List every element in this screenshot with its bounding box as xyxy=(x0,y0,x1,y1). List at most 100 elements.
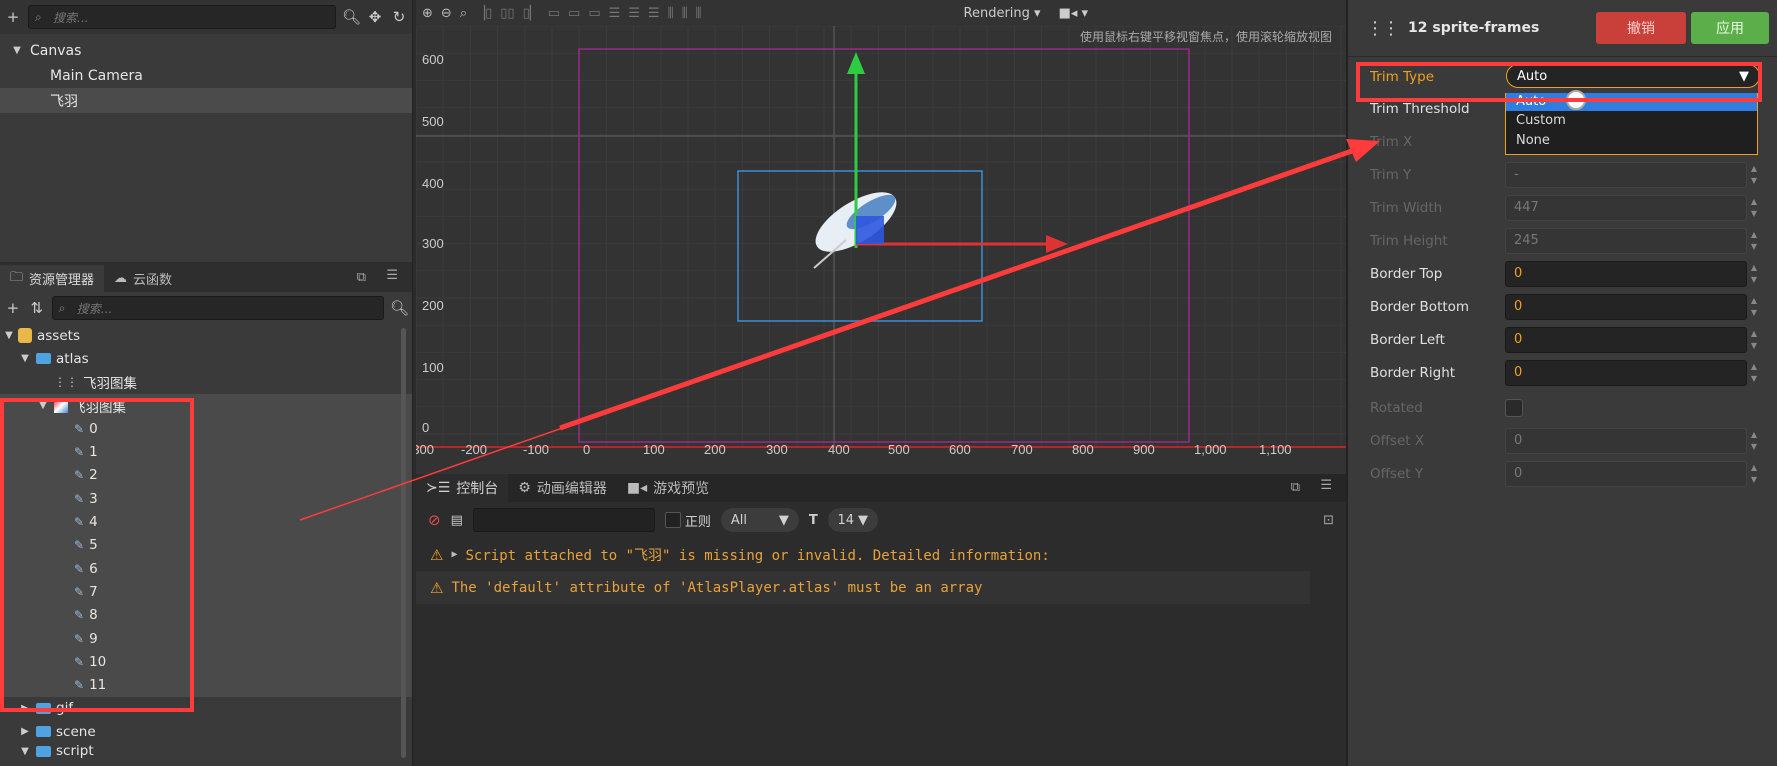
cloud-icon: ☁ xyxy=(114,271,128,286)
collapse-icon[interactable]: ⊡ xyxy=(1323,513,1334,528)
apply-button[interactable]: 应用 xyxy=(1691,12,1769,44)
stepper-icon[interactable]: ▲ ▼ xyxy=(1748,361,1760,387)
align-center-icon[interactable]: ▯▯ xyxy=(500,6,514,21)
assets-scrollbar[interactable] xyxy=(401,328,406,758)
tab-console[interactable]: ≻☰ 控制台 xyxy=(416,474,509,502)
prop-rotated: Rotated xyxy=(1348,391,1777,424)
distribute-middle-icon[interactable]: ☰ xyxy=(628,6,640,21)
zoom-fit-icon[interactable]: ⌕ xyxy=(460,6,467,21)
x-tick-label: 0 xyxy=(583,442,590,457)
maximize-icon[interactable]: ⧉ xyxy=(357,270,366,285)
y-tick-label: 300 xyxy=(422,236,444,251)
x-tick-label: 300 xyxy=(766,442,788,457)
x-tick-label: 600 xyxy=(949,442,971,457)
tree-node-canvas[interactable]: ▼ Canvas xyxy=(0,38,412,63)
x-tick-label: 900 xyxy=(1133,442,1155,457)
offset-x-field: 0 ▲ ▼ xyxy=(1505,427,1757,454)
distribute-left-icon[interactable]: ⫼ xyxy=(668,6,674,21)
stepper-icon[interactable]: ▲ ▼ xyxy=(1748,295,1760,321)
trim-height-field: 245 ▲ ▼ xyxy=(1505,227,1757,254)
border-left-field[interactable]: 0 ▲ ▼ xyxy=(1505,326,1757,353)
hierarchy-search-input[interactable]: ⌕ 搜索... xyxy=(28,5,336,29)
tree-node-feiyu[interactable]: 飞羽 xyxy=(0,88,412,113)
y-tick-label: 200 xyxy=(422,298,444,313)
expand-caret-icon[interactable]: ▼ xyxy=(18,746,32,757)
prop-offset-y: Offset Y 0 ▲ ▼ xyxy=(1348,457,1777,490)
regex-label: 正则 xyxy=(684,514,711,530)
database-icon xyxy=(18,328,32,344)
pin-icon[interactable]: ✥ xyxy=(366,8,384,26)
border-bottom-field[interactable]: 0 ▲ ▼ xyxy=(1505,293,1757,320)
font-size-select[interactable]: 14 ▼ xyxy=(827,508,878,532)
gizmo-y-arrow xyxy=(847,52,865,74)
log-level-select[interactable]: All ▼ xyxy=(720,508,799,532)
tree-node-main-camera[interactable]: Main Camera xyxy=(0,63,412,88)
option-none[interactable]: None xyxy=(1506,131,1757,151)
align-bottom-icon[interactable]: ▭ xyxy=(588,6,600,21)
revert-button[interactable]: 撤销 xyxy=(1596,12,1686,44)
console-icon: ≻☰ xyxy=(426,480,451,496)
align-middle-icon[interactable]: ▭ xyxy=(568,6,580,21)
asset-folder-scene[interactable]: ▶ scene xyxy=(0,720,412,743)
maximize-icon[interactable]: ⧉ xyxy=(1291,480,1300,495)
distribute-right-icon[interactable]: ⫼ xyxy=(696,6,702,21)
align-left-icon[interactable]: ▕▯ xyxy=(475,6,492,21)
scene-view[interactable]: 600 500 400 300 200 100 0 -300 -200 -100 0 100 200 30… xyxy=(416,0,1346,474)
expand-caret-icon[interactable]: ▼ xyxy=(18,353,32,364)
menu-icon[interactable]: ☰ xyxy=(1320,478,1332,493)
asset-folder-atlas[interactable]: ▼ atlas xyxy=(0,347,412,370)
camera-icon[interactable]: ■◂ ▾ xyxy=(1059,6,1088,21)
option-custom[interactable]: Custom xyxy=(1506,111,1757,131)
assets-tabbar: 🗀 资源管理器 ☁ 云函数 ⧉ ☰ xyxy=(0,262,412,292)
log-entry-warning[interactable]: ⚠ ▶ Script attached to "飞羽" is missing o… xyxy=(416,538,1346,571)
open-log-file-icon[interactable]: ▤ xyxy=(451,513,463,528)
border-top-field[interactable]: 0 ▲ ▼ xyxy=(1505,260,1757,287)
search-icon[interactable]: 🔍︎ xyxy=(390,299,409,317)
sort-icon[interactable]: ⇅ xyxy=(28,299,46,317)
clear-icon[interactable]: ⊘ xyxy=(428,511,441,529)
expand-caret-icon[interactable]: ▼ xyxy=(10,45,24,56)
add-icon[interactable]: + xyxy=(4,8,22,26)
folder-icon xyxy=(36,745,51,757)
search-icon: ⌕ xyxy=(35,10,42,24)
assets-search-input[interactable]: ⌕ 搜索... xyxy=(51,296,384,320)
refresh-icon[interactable]: ↻ xyxy=(390,8,408,26)
asset-folder-assets[interactable]: ▼ assets xyxy=(0,324,412,347)
asset-folder-script[interactable]: ▼ script xyxy=(0,743,412,759)
add-icon[interactable]: + xyxy=(4,299,22,317)
folder-icon: 🗀 xyxy=(10,269,24,285)
tab-asset-manager[interactable]: 🗀 资源管理器 xyxy=(0,265,105,292)
console-filter-input[interactable] xyxy=(472,508,655,532)
search-icon[interactable]: 🔍︎ xyxy=(342,8,361,26)
expand-caret-icon[interactable]: ▼ xyxy=(2,330,16,341)
folder-icon xyxy=(36,726,51,738)
menu-icon[interactable]: ☰ xyxy=(386,268,398,283)
regex-checkbox[interactable] xyxy=(664,512,681,528)
x-tick-label: 1,100 xyxy=(1259,442,1292,457)
x-tick-label: 1,000 xyxy=(1194,442,1227,457)
prop-border-bottom: Border Bottom 0 ▲ ▼ xyxy=(1348,290,1777,323)
stepper-icon[interactable]: ▲ ▼ xyxy=(1748,328,1760,354)
expand-caret-icon[interactable]: ▶ xyxy=(451,549,457,560)
tab-game-preview[interactable]: ■◂ 游戏预览 xyxy=(617,474,719,502)
x-tick-label: -100 xyxy=(523,442,549,457)
zoom-out-icon[interactable]: ⊖ xyxy=(441,6,452,21)
trim-type-options: Auto Custom None xyxy=(1505,93,1758,155)
tab-animation-editor[interactable]: ⚙ 动画编辑器 xyxy=(508,474,617,502)
tab-cloud-functions[interactable]: ☁ 云函数 xyxy=(104,265,182,292)
stepper-icon[interactable]: ▲ ▼ xyxy=(1748,262,1760,288)
rendering-dropdown[interactable]: Rendering ▾ xyxy=(964,6,1041,21)
x-tick-label: -200 xyxy=(461,442,487,457)
distribute-bottom-icon[interactable]: ☰ xyxy=(648,6,660,21)
console-toolbar: ⊘ ▤ 正则 All ▼ T 14 ▼ ⊡ xyxy=(416,502,1346,538)
distribute-center-icon[interactable]: ⫼ xyxy=(682,6,688,21)
collapse-caret-icon[interactable]: ▶ xyxy=(18,726,32,737)
align-top-icon[interactable]: ▭ xyxy=(548,6,560,21)
log-entry-warning[interactable]: ⚠ The 'default' attribute of 'AtlasPlaye… xyxy=(416,571,1310,604)
border-right-field[interactable]: 0 ▲ ▼ xyxy=(1505,359,1757,386)
asset-atlas-plist[interactable]: ⋮⋮ 飞羽图集 xyxy=(0,371,412,394)
distribute-top-icon[interactable]: ☰ xyxy=(609,6,621,21)
zoom-in-icon[interactable]: ⊕ xyxy=(422,6,433,21)
scene-canvas[interactable]: 600 500 400 300 200 100 0 -300 -200 -100 0 100 200 30… xyxy=(416,0,1346,474)
align-right-icon[interactable]: ▯▏ xyxy=(523,6,540,21)
